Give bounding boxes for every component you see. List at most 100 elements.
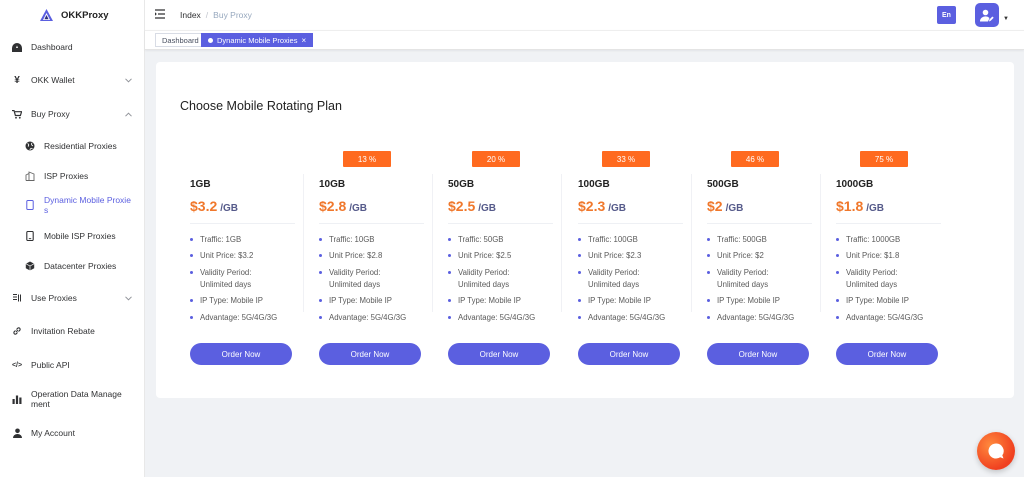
chevron-up-icon — [125, 109, 132, 119]
chat-bubble-icon — [988, 443, 1004, 459]
plan-price: $2.3/GB — [578, 198, 626, 214]
user-icon — [11, 427, 23, 439]
sidebar-item-my-account[interactable]: My Account — [0, 423, 144, 443]
plan-column: 20 % 50GB $2.5/GB Traffic: 50GB Unit Price: … — [448, 62, 558, 398]
sidebar-item-public-api[interactable]: </> Public API — [0, 355, 144, 375]
breadcrumb: Index / Buy Proxy — [180, 10, 252, 20]
plan-column: 13 % 10GB $2.8/GB Traffic: 10GB Unit Price: … — [319, 62, 429, 398]
feature-item: IP Type: Mobile IP — [190, 295, 300, 307]
feature-item: IP Type: Mobile IP — [319, 295, 429, 307]
phone-icon — [24, 230, 36, 242]
order-now-button[interactable]: Order Now — [190, 343, 292, 365]
discount-badge: 20 % — [472, 151, 520, 167]
plan-price: $2/GB — [707, 198, 743, 214]
feature-item: Traffic: 100GB — [578, 234, 688, 246]
price-value: $1.8 — [836, 198, 864, 214]
sidebar-item-isp-proxies[interactable]: ISP Proxies — [0, 166, 144, 186]
divider — [707, 223, 812, 224]
price-unit: /GB — [478, 203, 497, 214]
breadcrumb-index[interactable]: Index — [180, 10, 201, 20]
chevron-down-icon — [125, 75, 132, 85]
feature-item: IP Type: Mobile IP — [448, 295, 558, 307]
feature-item: Validity Period: Unlimited days — [707, 267, 795, 291]
plan-name: 1000GB — [836, 179, 874, 190]
feature-item: Traffic: 50GB — [448, 234, 558, 246]
price-unit: /GB — [725, 203, 744, 214]
building-icon — [24, 170, 36, 182]
plan-column: 75 % 1000GB $1.8/GB Traffic: 1000GB Unit Pri… — [836, 62, 946, 398]
price-value: $2 — [707, 198, 723, 214]
order-now-button[interactable]: Order Now — [707, 343, 809, 365]
user-edit-icon — [980, 9, 994, 21]
sidebar-item-residential-proxies[interactable]: Residential Proxies — [0, 136, 144, 156]
column-separator — [820, 174, 821, 312]
plan-column: 33 % 100GB $2.3/GB Traffic: 100GB Unit Price… — [578, 62, 688, 398]
feature-item: Unit Price: $2.8 — [319, 250, 429, 262]
divider — [190, 223, 295, 224]
feature-item: Advantage: 5G/4G/3G — [190, 312, 300, 324]
divider — [448, 223, 553, 224]
globe-icon — [24, 140, 36, 152]
plan-card: Choose Mobile Rotating Plan 1GB $3.2/GB Tr… — [156, 62, 1014, 398]
mobile-icon — [24, 199, 36, 211]
sidebar-item-label: Use Proxies — [31, 293, 77, 303]
avatar[interactable] — [975, 3, 999, 27]
feature-item: IP Type: Mobile IP — [836, 295, 946, 307]
order-now-button[interactable]: Order Now — [836, 343, 938, 365]
feature-item: Unit Price: $3.2 — [190, 250, 300, 262]
hamburger-icon[interactable] — [155, 9, 166, 21]
price-unit: /GB — [349, 203, 368, 214]
sidebar-item-datacenter-proxies[interactable]: Datacenter Proxies — [0, 256, 144, 276]
plan-name: 50GB — [448, 179, 475, 190]
tag-dynamic-mobile-proxies[interactable]: Dynamic Mobile Proxies × — [201, 33, 314, 47]
sidebar-item-label: Operation Data Management — [31, 389, 122, 409]
sidebar-item-label: OKK Wallet — [31, 75, 75, 85]
sidebar-item-dashboard[interactable]: Dashboard — [0, 37, 144, 57]
tag-dashboard[interactable]: Dashboard — [155, 33, 206, 47]
yen-icon: ¥ — [14, 74, 20, 86]
sidebar-item-dynamic-mobile-proxies[interactable]: Dynamic Mobile Proxies — [0, 195, 144, 219]
tags-view: Dashboard Dynamic Mobile Proxies × — [145, 30, 1024, 50]
close-icon[interactable]: × — [301, 36, 306, 45]
column-separator — [561, 174, 562, 312]
sidebar-item-buy-proxy[interactable]: Buy Proxy — [0, 104, 144, 124]
plan-price: $2.8/GB — [319, 198, 367, 214]
feature-item: Traffic: 500GB — [707, 234, 817, 246]
sidebar-item-mobile-isp-proxies[interactable]: Mobile ISP Proxies — [0, 226, 144, 246]
order-now-button[interactable]: Order Now — [319, 343, 421, 365]
chat-button[interactable] — [977, 432, 1015, 470]
feature-item: Unit Price: $2.3 — [578, 250, 688, 262]
bar-chart-icon — [11, 393, 23, 405]
sidebar-item-operation-data-management[interactable]: Operation Data Management — [0, 388, 144, 410]
column-separator — [691, 174, 692, 312]
sidebar-item-use-proxies[interactable]: Use Proxies — [0, 288, 144, 308]
divider — [578, 223, 683, 224]
price-value: $3.2 — [190, 198, 218, 214]
breadcrumb-separator: / — [205, 10, 209, 20]
sidebar-item-okk-wallet[interactable]: ¥ OKK Wallet — [0, 70, 144, 90]
plan-price: $3.2/GB — [190, 198, 238, 214]
tag-label: Dashboard — [162, 35, 199, 45]
caret-down-icon[interactable]: ▼ — [1003, 16, 1009, 22]
feature-item: Traffic: 1000GB — [836, 234, 946, 246]
sidebar-item-label: Dashboard — [31, 42, 73, 52]
plan-name: 500GB — [707, 179, 739, 190]
sidebar-item-label: Datacenter Proxies — [44, 261, 117, 271]
price-unit: /GB — [220, 203, 239, 214]
order-now-button[interactable]: Order Now — [578, 343, 680, 365]
price-unit: /GB — [866, 203, 885, 214]
order-now-button[interactable]: Order Now — [448, 343, 550, 365]
plan-name: 10GB — [319, 179, 346, 190]
dashboard-icon — [11, 41, 23, 53]
feature-item: Advantage: 5G/4G/3G — [448, 312, 558, 324]
tag-label: Dynamic Mobile Proxies — [217, 35, 298, 45]
sidebar-item-label: Public API — [31, 360, 70, 370]
cube-icon — [24, 260, 36, 272]
price-value: $2.5 — [448, 198, 476, 214]
brand[interactable]: OKKProxy — [0, 0, 144, 30]
feature-item: Advantage: 5G/4G/3G — [707, 312, 817, 324]
feature-item: Unit Price: $2.5 — [448, 250, 558, 262]
language-switch-button[interactable]: En — [937, 6, 956, 24]
discount-badge: 33 % — [602, 151, 650, 167]
sidebar-item-invitation-rebate[interactable]: Invitation Rebate — [0, 321, 144, 341]
